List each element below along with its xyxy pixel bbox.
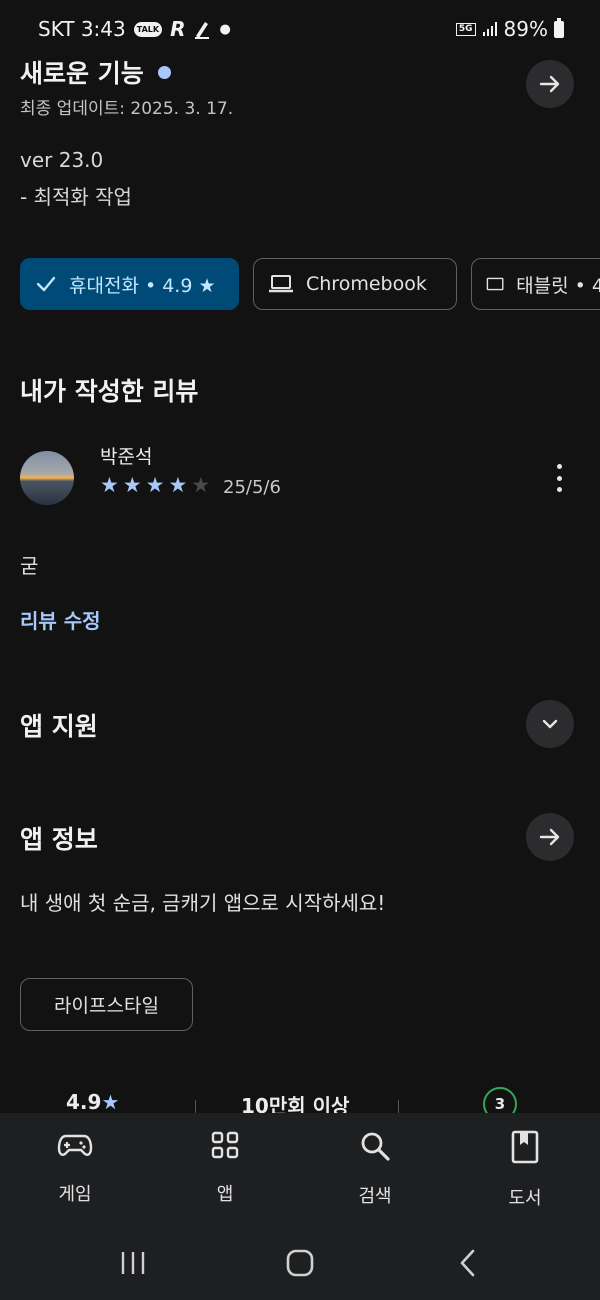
- app-info-arrow-button[interactable]: [526, 813, 574, 861]
- app-support-heading: 앱 지원: [20, 712, 98, 741]
- star-filled-icon: ★: [122, 473, 142, 497]
- my-review-heading: 내가 작성한 리뷰: [20, 377, 199, 406]
- stat-divider: [195, 1100, 196, 1114]
- nav-books[interactable]: 도서: [465, 1130, 585, 1210]
- app-info-heading: 앱 정보: [20, 825, 98, 854]
- star-rating: ★ ★ ★ ★ ★: [100, 474, 210, 496]
- review-body: 굳: [20, 554, 39, 578]
- nav-games-label: 게임: [58, 1184, 92, 1205]
- chip-tablet-label: 태블릿 • 4: [516, 274, 600, 297]
- stat-rating: 4.9★: [66, 1090, 119, 1114]
- nav-books-label: 도서: [508, 1188, 542, 1209]
- nav-search[interactable]: 검색: [315, 1130, 435, 1208]
- whats-new-heading: 새로운 기능: [20, 54, 171, 90]
- chip-phone[interactable]: 휴대전화 • 4.9 ★: [20, 258, 239, 310]
- pen-notification-icon: [195, 22, 210, 39]
- chip-tablet[interactable]: 태블릿 • 4: [471, 258, 600, 310]
- back-icon[interactable]: [458, 1248, 478, 1278]
- star-filled-icon: ★: [145, 473, 165, 497]
- kakaotalk-icon: TALK: [133, 21, 163, 37]
- signal-icon: [482, 22, 497, 36]
- app-description: 내 생애 첫 순금, 금캐기 앱으로 시작하세요!: [20, 891, 386, 915]
- release-notes: - 최적화 작업: [20, 185, 132, 209]
- more-notifications-dot-icon: ●: [219, 21, 231, 37]
- gamepad-icon: [57, 1134, 93, 1156]
- network-5g-icon: 5G: [455, 22, 476, 36]
- arrow-right-icon: [539, 828, 560, 846]
- recent-apps-icon[interactable]: [119, 1250, 147, 1276]
- system-navigation-bar: [0, 1236, 600, 1300]
- home-icon[interactable]: [285, 1248, 315, 1278]
- edit-review-link[interactable]: 리뷰 수정: [20, 605, 101, 634]
- chip-chromebook-label: Chromebook: [306, 273, 427, 295]
- chip-phone-label: 휴대전화 • 4.9 ★: [69, 274, 216, 297]
- app-notification-icon: R: [170, 17, 186, 41]
- carrier-time: SKT 3:43: [38, 17, 126, 41]
- stat-divider: [398, 1100, 399, 1114]
- category-chip[interactable]: 라이프스타일: [20, 978, 193, 1031]
- check-icon: [36, 276, 56, 292]
- stat-rating-value: 4.9: [66, 1090, 102, 1114]
- search-icon: [361, 1132, 390, 1161]
- whats-new-arrow-button[interactable]: [526, 60, 574, 108]
- status-bar: SKT 3:43 TALK R ● 5G 89%: [0, 0, 600, 58]
- nav-apps-label: 앱: [216, 1184, 234, 1205]
- arrow-right-icon: [539, 75, 560, 93]
- chevron-down-icon: [542, 719, 558, 729]
- more-options-icon[interactable]: [552, 463, 566, 493]
- app-support-expand-button[interactable]: [526, 700, 574, 748]
- battery-percent: 89%: [503, 17, 548, 41]
- status-right: 5G 89%: [455, 17, 564, 41]
- chip-chromebook[interactable]: Chromebook: [253, 258, 457, 310]
- star-filled-icon: ★: [100, 473, 119, 497]
- device-filter-chips: 휴대전화 • 4.9 ★ Chromebook 태블릿 • 4: [20, 258, 600, 310]
- book-icon: [511, 1130, 539, 1164]
- avatar: [20, 451, 74, 505]
- new-indicator-dot: [157, 65, 171, 79]
- nav-apps[interactable]: 앱: [165, 1130, 285, 1206]
- star-icon: ★: [101, 1090, 120, 1114]
- review-date: 25/5/6: [223, 477, 281, 498]
- nav-games[interactable]: 게임: [15, 1130, 135, 1206]
- nav-search-label: 검색: [358, 1186, 392, 1207]
- whats-new-title: 새로운 기능: [20, 59, 144, 88]
- last-updated: 최종 업데이트: 2025. 3. 17.: [20, 99, 234, 119]
- battery-icon: [554, 17, 564, 38]
- apps-grid-icon: [211, 1131, 239, 1159]
- laptop-icon: [269, 275, 293, 293]
- version-text: ver 23.0: [20, 148, 104, 172]
- status-left: SKT 3:43 TALK R ●: [38, 17, 231, 41]
- star-empty-icon: ★: [191, 473, 211, 497]
- reviewer-name: 박준석: [100, 446, 153, 468]
- star-filled-icon: ★: [168, 473, 188, 497]
- tablet-icon: [486, 277, 504, 291]
